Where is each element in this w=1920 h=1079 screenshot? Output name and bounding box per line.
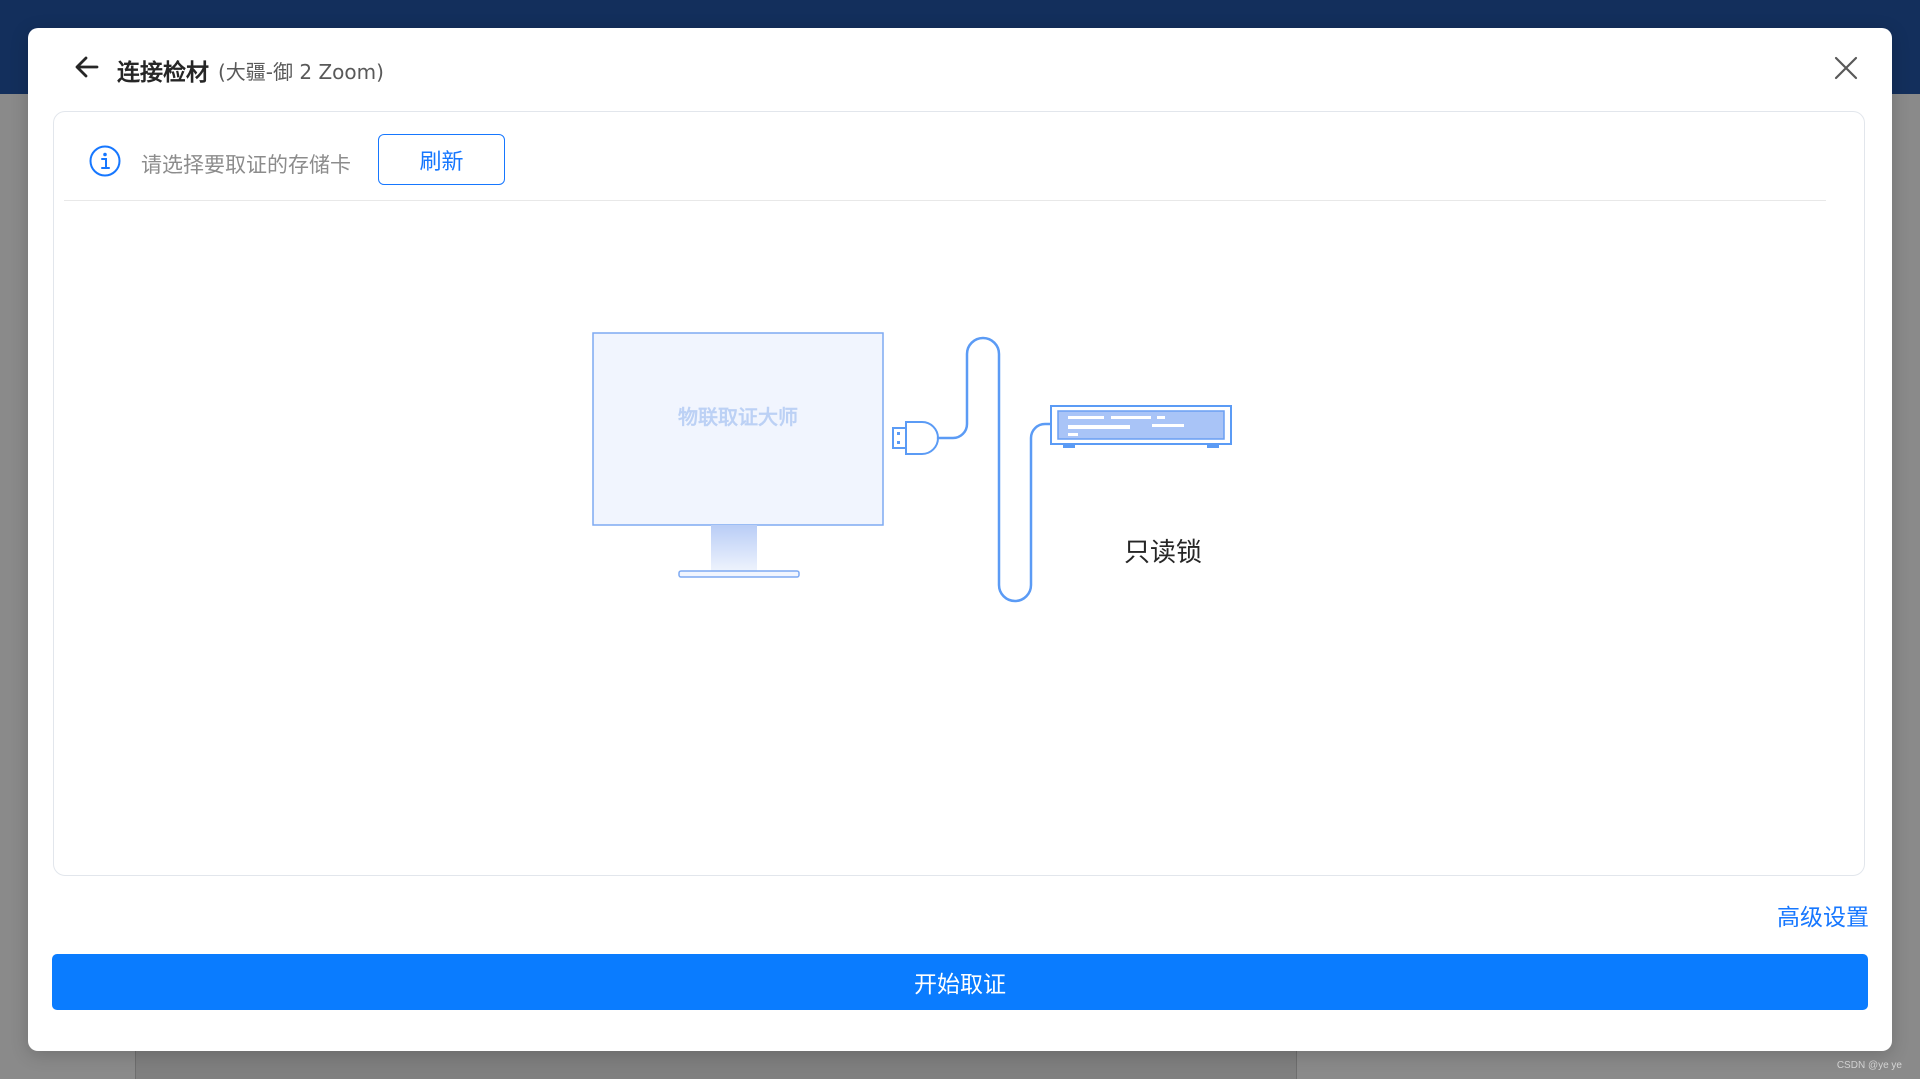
monitor-stand [711, 525, 757, 571]
arrow-left-icon [75, 56, 99, 78]
advanced-settings-link[interactable]: 高级设置 [1777, 898, 1869, 932]
dialog-subtitle: (大疆-御 2 Zoom) [218, 60, 384, 84]
cable [936, 336, 1053, 603]
dialog-title: 连接检材 [117, 60, 209, 86]
connection-illustration [592, 332, 1232, 603]
usb-plug-icon [892, 427, 907, 449]
start-forensics-button[interactable]: 开始取证 [52, 954, 1868, 1010]
dialog-header: 连接检材 (大疆-御 2 Zoom) [28, 28, 1892, 110]
connect-evidence-dialog: 连接检材 (大疆-御 2 Zoom) 请选择要取证的存储卡 刷新 物联取证大师 … [28, 28, 1892, 1051]
refresh-button[interactable]: 刷新 [378, 134, 505, 185]
close-button[interactable] [1828, 50, 1864, 86]
back-button[interactable] [70, 50, 104, 84]
close-icon [1834, 56, 1858, 80]
read-only-lock-label: 只读锁 [1123, 538, 1202, 568]
monitor-brand-text: 物联取证大师 [678, 405, 798, 429]
background-panel [135, 1050, 1297, 1079]
watermark: CSDN @ye ye [1836, 1060, 1902, 1071]
monitor-base [678, 570, 800, 578]
info-circle-icon [89, 145, 121, 177]
select-card-hint: 请选择要取证的存储卡 [141, 153, 351, 177]
storage-toolbar: 请选择要取证的存储卡 刷新 [64, 112, 1826, 201]
